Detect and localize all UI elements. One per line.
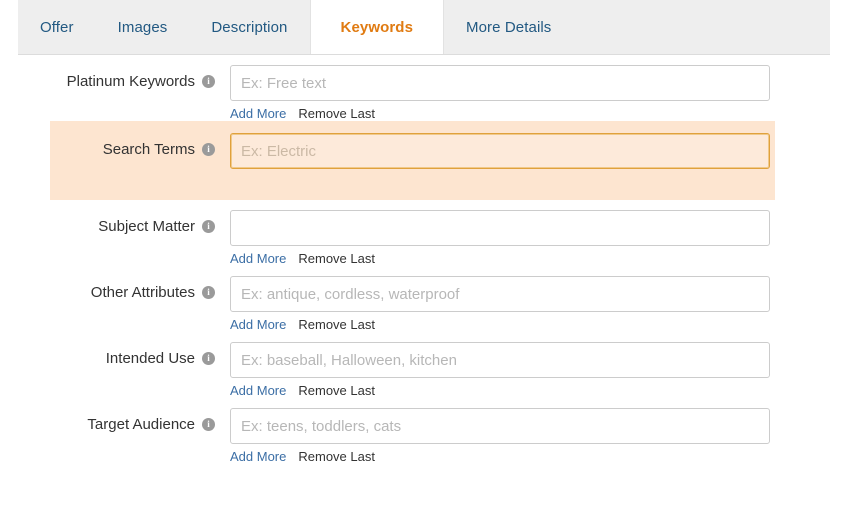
- row-links: Add More Remove Last: [230, 106, 848, 121]
- label-cell: Subject Matter i: [0, 210, 215, 235]
- input-subject-matter[interactable]: [230, 210, 770, 246]
- input-search-terms[interactable]: [230, 133, 770, 169]
- row-links: Add More Remove Last: [230, 317, 848, 332]
- add-more-link[interactable]: Add More: [230, 106, 286, 121]
- tab-keywords[interactable]: Keywords: [309, 0, 445, 54]
- tab-offer[interactable]: Offer: [18, 0, 96, 54]
- remove-last-link[interactable]: Remove Last: [298, 449, 375, 464]
- form-row-target-audience: Target Audience i Add More Remove Last: [0, 398, 848, 464]
- info-icon[interactable]: i: [202, 286, 215, 299]
- form-row-platinum-keywords: Platinum Keywords i Add More Remove Last: [0, 55, 848, 121]
- tab-description[interactable]: Description: [189, 0, 309, 54]
- add-more-link[interactable]: Add More: [230, 449, 286, 464]
- field-cell: [215, 133, 775, 188]
- tab-label: Images: [117, 18, 168, 36]
- field-label-search-terms: Search Terms: [102, 141, 195, 158]
- label-cell: Search Terms i: [50, 133, 215, 158]
- tab-images[interactable]: Images: [96, 0, 190, 54]
- label-cell: Target Audience i: [0, 408, 215, 433]
- tab-label: Description: [211, 18, 288, 36]
- row-links: Add More Remove Last: [230, 251, 848, 266]
- form-row-other-attributes: Other Attributes i Add More Remove Last: [0, 266, 848, 332]
- field-label-target-audience: Target Audience: [87, 416, 195, 433]
- input-other-attributes[interactable]: [230, 276, 770, 312]
- tab-more-details[interactable]: More Details: [444, 0, 573, 54]
- remove-last-link[interactable]: Remove Last: [298, 383, 375, 398]
- field-label-other-attributes: Other Attributes: [90, 284, 195, 301]
- input-platinum-keywords[interactable]: [230, 65, 770, 101]
- label-cell: Other Attributes i: [0, 276, 215, 301]
- info-icon[interactable]: i: [202, 220, 215, 233]
- input-intended-use[interactable]: [230, 342, 770, 378]
- field-cell: Add More Remove Last: [215, 276, 848, 332]
- input-target-audience[interactable]: [230, 408, 770, 444]
- info-icon[interactable]: i: [202, 418, 215, 431]
- info-icon[interactable]: i: [202, 143, 215, 156]
- keywords-form: Platinum Keywords i Add More Remove Last Sea…: [0, 55, 848, 464]
- label-cell: Intended Use i: [0, 342, 215, 367]
- field-cell: Add More Remove Last: [215, 408, 848, 464]
- field-label-subject-matter: Subject Matter: [98, 218, 195, 235]
- remove-last-link[interactable]: Remove Last: [298, 251, 375, 266]
- form-row-search-terms: Search Terms i: [50, 121, 775, 200]
- form-row-subject-matter: Subject Matter i Add More Remove Last: [0, 200, 848, 266]
- tab-label: Keywords: [340, 18, 414, 36]
- remove-last-link[interactable]: Remove Last: [298, 317, 375, 332]
- row-links: Add More Remove Last: [230, 449, 848, 464]
- tab-label: Offer: [40, 18, 74, 36]
- add-more-link[interactable]: Add More: [230, 317, 286, 332]
- field-label-intended-use: Intended Use: [105, 350, 195, 367]
- label-cell: Platinum Keywords i: [0, 65, 215, 90]
- row-links: Add More Remove Last: [230, 383, 848, 398]
- add-more-link[interactable]: Add More: [230, 251, 286, 266]
- form-row-intended-use: Intended Use i Add More Remove Last: [0, 332, 848, 398]
- field-cell: Add More Remove Last: [215, 342, 848, 398]
- info-icon[interactable]: i: [202, 352, 215, 365]
- add-more-link[interactable]: Add More: [230, 383, 286, 398]
- field-cell: Add More Remove Last: [215, 210, 848, 266]
- field-cell: Add More Remove Last: [215, 65, 848, 121]
- field-label-platinum-keywords: Platinum Keywords: [66, 73, 195, 90]
- tab-label: More Details: [466, 18, 552, 36]
- tab-bar: Offer Images Description Keywords More Detai…: [18, 0, 830, 55]
- links-spacer: [230, 169, 775, 188]
- info-icon[interactable]: i: [202, 75, 215, 88]
- remove-last-link[interactable]: Remove Last: [298, 106, 375, 121]
